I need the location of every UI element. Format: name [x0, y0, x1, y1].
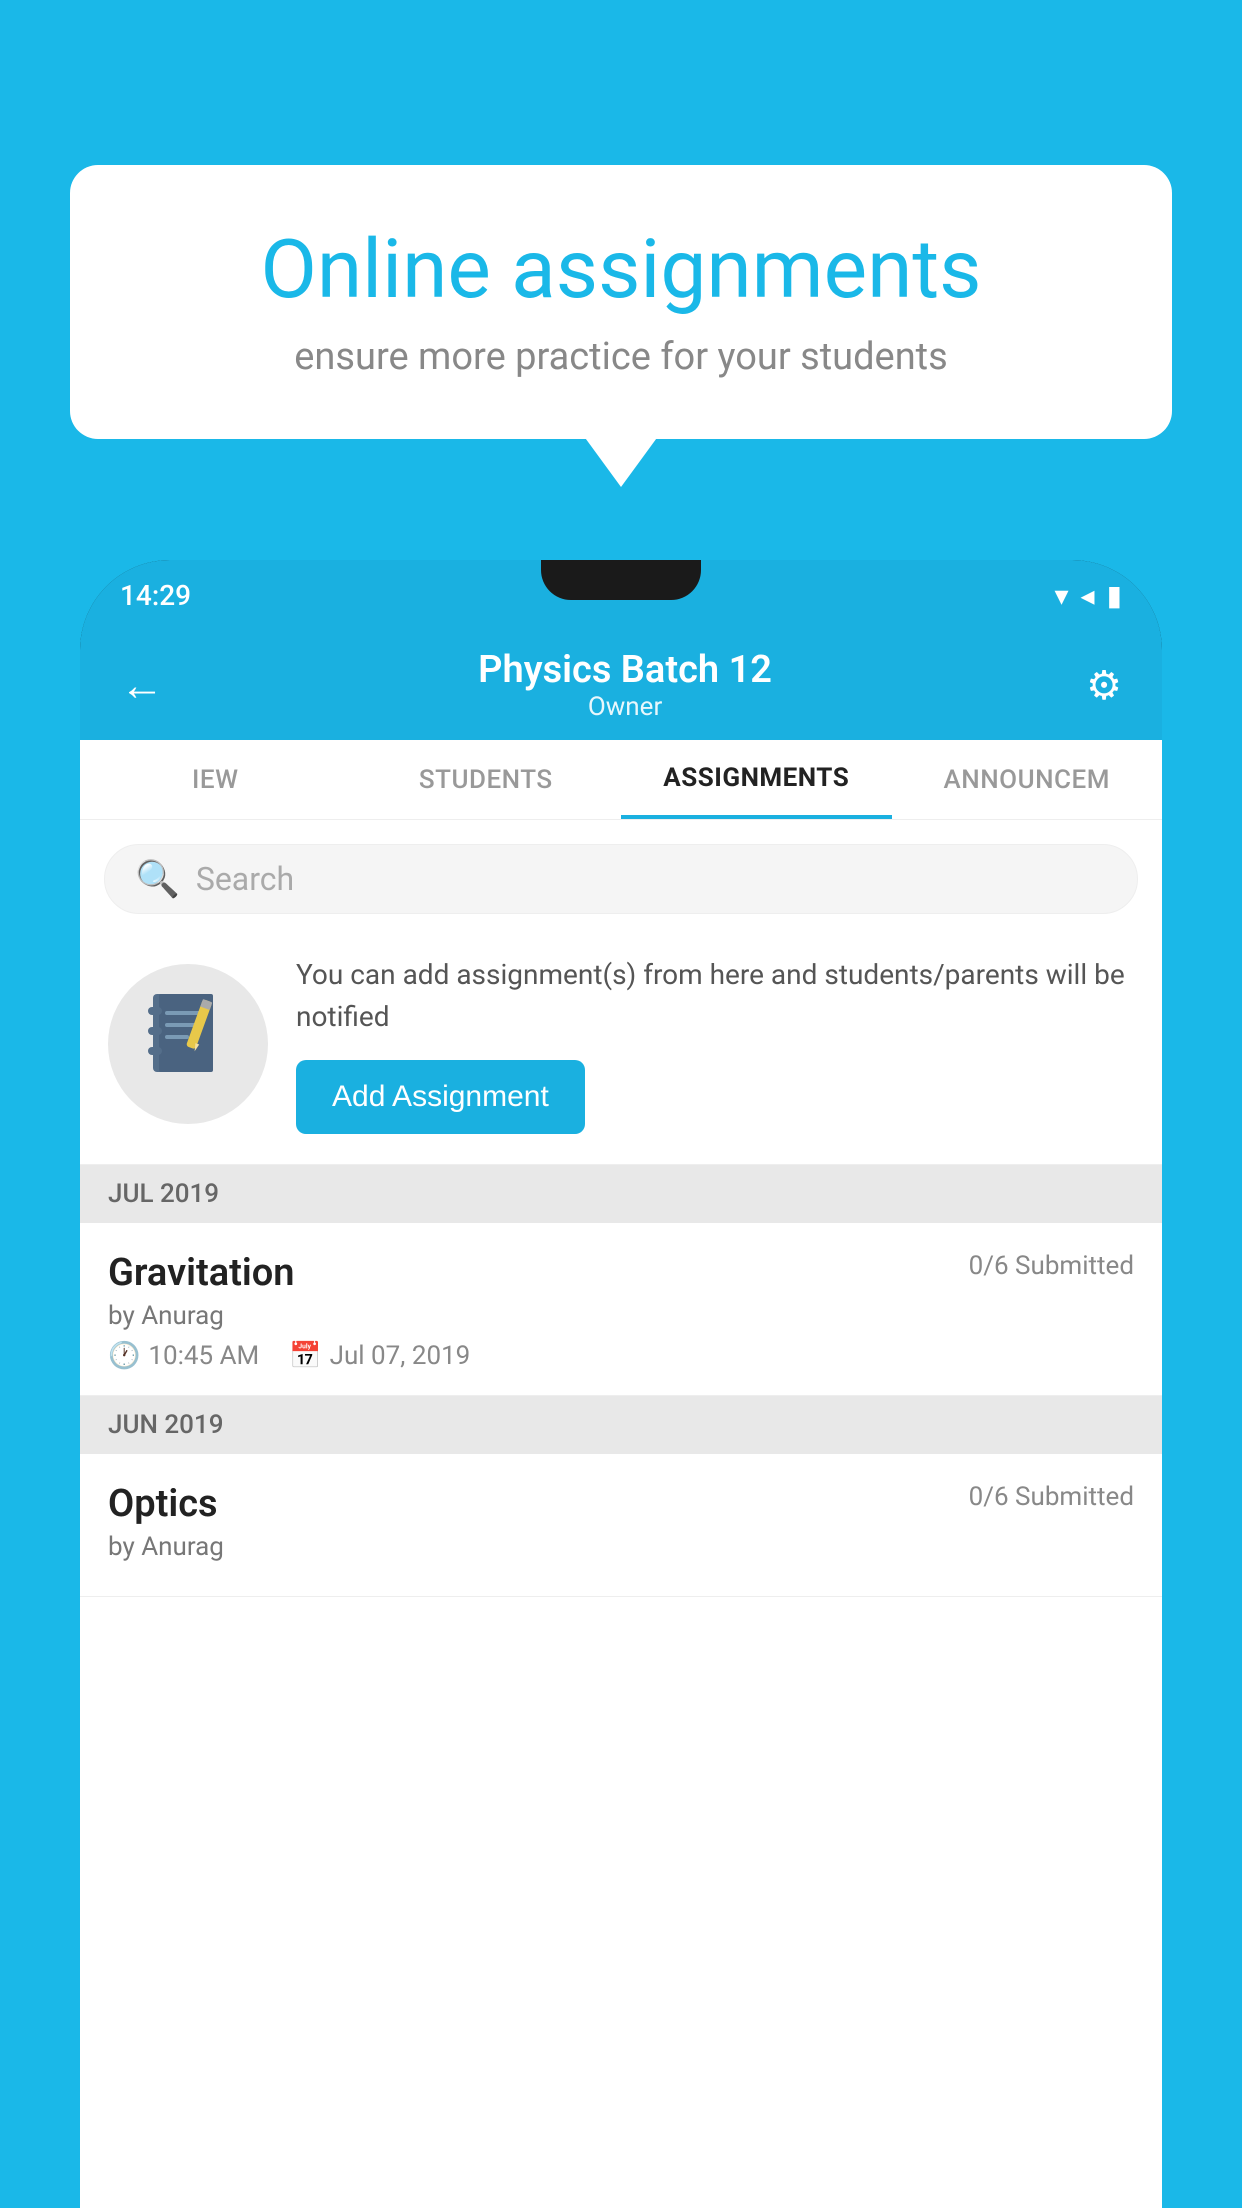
assignment-name-optics: Optics [108, 1482, 218, 1526]
promo-right: You can add assignment(s) from here and … [296, 954, 1134, 1134]
back-button[interactable]: ← [120, 659, 164, 711]
assignment-row-top-optics: Optics 0/6 Submitted [108, 1482, 1134, 1526]
assignment-item-optics[interactable]: Optics 0/6 Submitted by Anurag [80, 1454, 1162, 1597]
tabs-bar: IEW STUDENTS ASSIGNMENTS ANNOUNCEM [80, 740, 1162, 820]
meta-date: 📅 Jul 07, 2019 [289, 1341, 470, 1371]
assignment-meta: 🕐 10:45 AM 📅 Jul 07, 2019 [108, 1341, 1134, 1371]
settings-button[interactable]: ⚙ [1086, 662, 1122, 709]
assignment-item-gravitation[interactable]: Gravitation 0/6 Submitted by Anurag 🕐 10… [80, 1223, 1162, 1396]
signal-icon: ◂ [1081, 579, 1095, 612]
bubble-title: Online assignments [140, 225, 1102, 315]
battery-icon: ▮ [1107, 579, 1122, 612]
assignment-by-optics: by Anurag [108, 1532, 1134, 1562]
promo-icon-circle [108, 964, 268, 1124]
phone-notch [541, 560, 701, 600]
tab-students[interactable]: STUDENTS [351, 740, 622, 819]
calendar-icon: 📅 [289, 1341, 321, 1371]
assignment-submitted-optics: 0/6 Submitted [969, 1482, 1134, 1512]
search-bar[interactable]: 🔍 Search [104, 844, 1138, 914]
meta-time: 🕐 10:45 AM [108, 1341, 259, 1371]
speech-bubble: Online assignments ensure more practice … [70, 165, 1172, 439]
assignment-by: by Anurag [108, 1301, 1134, 1331]
status-time: 14:29 [120, 579, 191, 612]
assignment-row-top: Gravitation 0/6 Submitted [108, 1251, 1134, 1295]
status-icons: ▾ ◂ ▮ [1054, 579, 1122, 612]
assignment-time: 10:45 AM [148, 1341, 259, 1371]
tab-iew[interactable]: IEW [80, 740, 351, 819]
assignment-date: Jul 07, 2019 [330, 1341, 471, 1371]
search-icon: 🔍 [135, 858, 180, 900]
status-bar: 14:29 ▾ ◂ ▮ [80, 560, 1162, 630]
assignment-submitted: 0/6 Submitted [969, 1251, 1134, 1281]
tab-assignments[interactable]: ASSIGNMENTS [621, 740, 892, 819]
app-bar-subtitle: Owner [478, 692, 772, 722]
add-assignment-button[interactable]: Add Assignment [296, 1060, 585, 1134]
tab-announcements[interactable]: ANNOUNCEM [892, 740, 1163, 819]
search-placeholder: Search [196, 860, 294, 898]
phone-content: 🔍 Search [80, 820, 1162, 2208]
bubble-subtitle: ensure more practice for your students [140, 335, 1102, 379]
app-bar-title: Physics Batch 12 [478, 648, 772, 692]
section-header-jul: JUL 2019 [80, 1165, 1162, 1223]
promo-text: You can add assignment(s) from here and … [296, 954, 1134, 1038]
clock-icon: 🕐 [108, 1341, 140, 1371]
app-bar: ← Physics Batch 12 Owner ⚙ [80, 630, 1162, 740]
notebook-icon [143, 989, 233, 1099]
assignment-promo: You can add assignment(s) from here and … [80, 934, 1162, 1165]
phone-frame: 14:29 ▾ ◂ ▮ ← Physics Batch 12 Owner ⚙ I… [80, 560, 1162, 2208]
app-bar-center: Physics Batch 12 Owner [478, 648, 772, 722]
assignment-name: Gravitation [108, 1251, 295, 1295]
section-header-jun: JUN 2019 [80, 1396, 1162, 1454]
wifi-icon: ▾ [1054, 579, 1068, 612]
